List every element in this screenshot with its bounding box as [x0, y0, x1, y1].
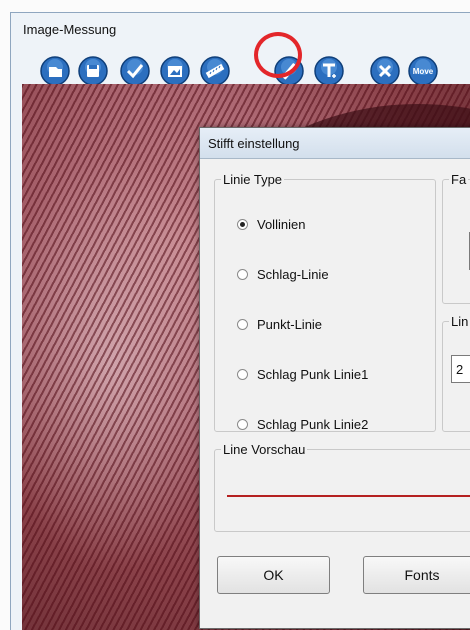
open-icon [40, 56, 70, 86]
check-icon [120, 56, 150, 86]
radio-punkt-linie[interactable]: Punkt-Linie [237, 317, 322, 332]
line-width-input[interactable]: 2 [451, 355, 470, 383]
color-legend: Fa [451, 172, 467, 187]
move-label: Move [413, 67, 434, 76]
line-width-legend: Lin [451, 314, 469, 329]
radio-label: Schlag Punk Linie2 [257, 417, 369, 432]
line-preview [227, 495, 470, 497]
radio-indicator[interactable] [237, 219, 248, 230]
color-group: Fa [442, 172, 470, 304]
save-button[interactable] [77, 55, 109, 87]
text-button[interactable] [313, 55, 345, 87]
check-button[interactable] [119, 55, 151, 87]
radio-vollinien[interactable]: Vollinien [237, 217, 305, 232]
radio-schlag-punk-linie2[interactable]: Schlag Punk Linie2 [237, 417, 368, 432]
dialog-title: Stifft einstellung [208, 136, 300, 151]
ok-button[interactable]: OK [217, 556, 330, 594]
close-button[interactable] [369, 55, 401, 87]
radio-indicator[interactable] [237, 369, 248, 380]
radio-label: Schlag Punk Linie1 [257, 367, 369, 382]
save-icon [78, 56, 108, 86]
radio-indicator[interactable] [237, 319, 248, 330]
highlight-circle [254, 32, 302, 78]
line-type-legend: Linie Type [223, 172, 283, 187]
text-icon [314, 56, 344, 86]
dialog-titlebar[interactable]: Stifft einstellung [200, 128, 470, 159]
line-preview-group: Line Vorschau [214, 442, 470, 532]
ruler-button[interactable] [199, 55, 231, 87]
edit-image-icon [160, 56, 190, 86]
edit-image-button[interactable] [159, 55, 191, 87]
ruler-icon [200, 56, 230, 86]
fonts-button[interactable]: Fonts [363, 556, 470, 594]
screenshot-frame: Image-Messung Move Stifft einstellung Li… [0, 0, 470, 630]
radio-label: Schlag-Linie [257, 267, 329, 282]
radio-indicator[interactable] [237, 269, 248, 280]
move-button[interactable]: Move [407, 55, 439, 87]
move-icon: Move [408, 56, 438, 86]
radio-schlag-punk-linie1[interactable]: Schlag Punk Linie1 [237, 367, 368, 382]
radio-schlag-linie[interactable]: Schlag-Linie [237, 267, 329, 282]
line-type-group: Linie Type Vollinien Schlag-Linie Punkt-… [214, 172, 436, 432]
pen-settings-dialog: Stifft einstellung Linie Type Vollinien … [199, 127, 470, 629]
radio-label: Vollinien [257, 217, 306, 232]
close-icon [370, 56, 400, 86]
window-title: Image-Messung [23, 22, 117, 37]
line-preview-legend: Line Vorschau [223, 442, 306, 457]
open-button[interactable] [39, 55, 71, 87]
radio-label: Punkt-Linie [257, 317, 323, 332]
line-width-group: Lin 2 [442, 314, 470, 432]
radio-indicator[interactable] [237, 419, 248, 430]
